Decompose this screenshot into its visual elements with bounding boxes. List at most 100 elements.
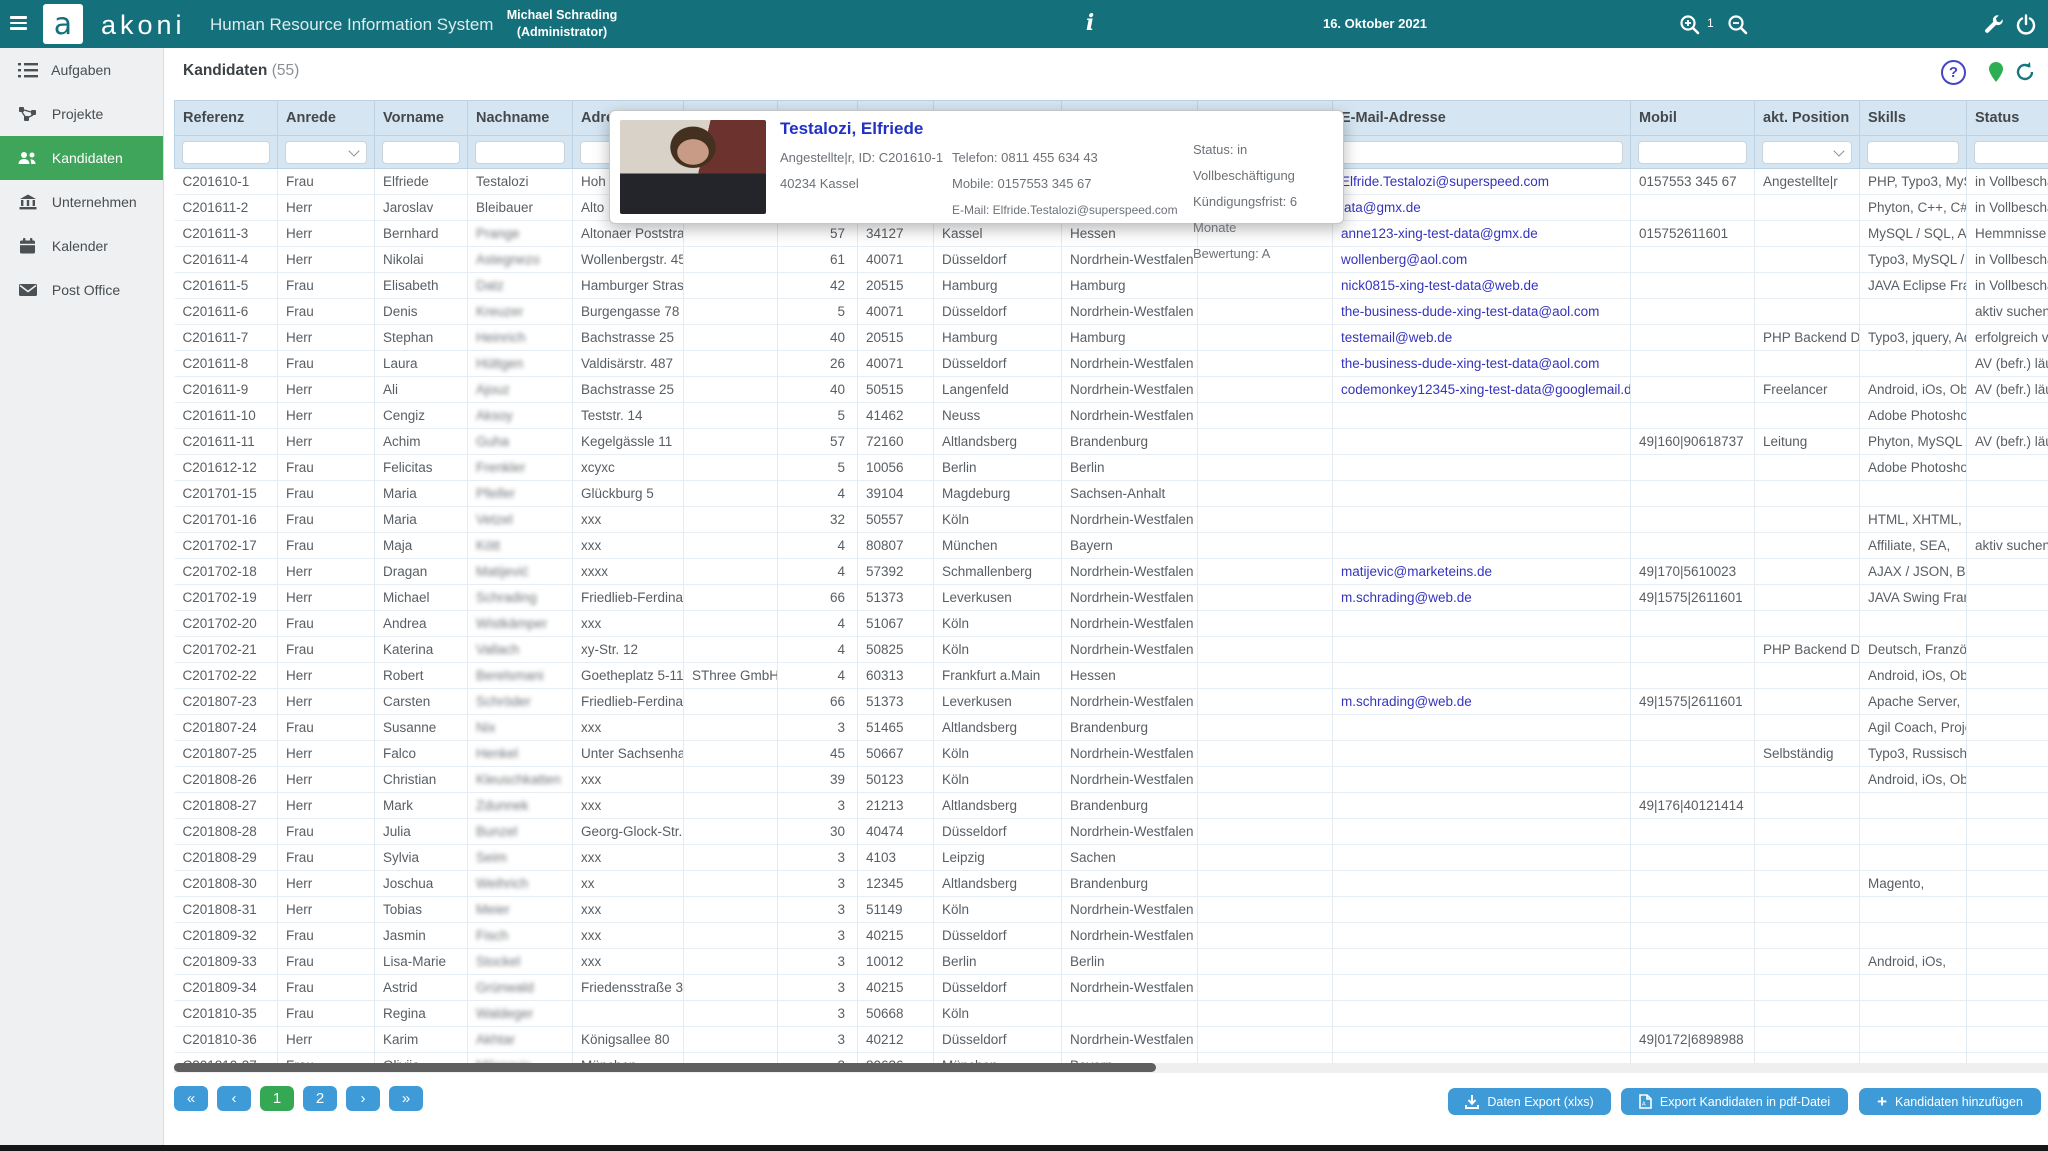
table-row[interactable]: C201809-33FrauLisa-MarieStockelxxx310012… — [175, 949, 2048, 975]
column-header-nachname[interactable]: Nachname — [468, 101, 573, 136]
table-row[interactable]: C201810-36HerrKarimAkhtarKönigsallee 803… — [175, 1027, 2048, 1053]
cell-status — [1967, 663, 2048, 689]
table-row[interactable]: C201809-34FrauAstridGrünwaldFriedensstra… — [175, 975, 2048, 1001]
table-row[interactable]: C201702-18HerrDraganMatijevićxxxx457392S… — [175, 559, 2048, 585]
filter-input-referenz[interactable] — [182, 141, 270, 164]
table-row[interactable]: C201611-4HerrNikolaiAstegnezoWollenbergs… — [175, 247, 2048, 273]
sidebar-item-aufgaben[interactable]: Aufgaben — [0, 48, 163, 92]
email-link[interactable]: lata@gmx.de — [1341, 200, 1421, 215]
sidebar-item-kandidaten[interactable]: Kandidaten — [0, 136, 163, 180]
table-row[interactable]: C201611-7HerrStephanHeinrichBachstrasse … — [175, 325, 2048, 351]
cell-stadt: Köln — [934, 1001, 1062, 1027]
column-header-status[interactable]: Status — [1967, 101, 2048, 136]
email-link[interactable]: m.schrading@web.de — [1341, 590, 1472, 605]
sidebar-item-unternehmen[interactable]: Unternehmen — [0, 180, 163, 224]
scrollbar-thumb[interactable] — [174, 1063, 1156, 1072]
filter-input-skills[interactable] — [1867, 141, 1959, 164]
cell-adresszusatz — [684, 273, 778, 299]
table-row[interactable]: C201808-29FrauSylviaSeimxxx34103LeipzigS… — [175, 845, 2048, 871]
cell-e-mail-adresse: matijevic@marketeins.de — [1333, 559, 1631, 585]
table-row[interactable]: C201702-21FrauKaterinaVallachxy-Str. 124… — [175, 637, 2048, 663]
filter-select-anrede[interactable] — [285, 141, 367, 164]
column-header-akt-position[interactable]: akt. Position — [1755, 101, 1860, 136]
cell-adresse: xxx — [573, 793, 684, 819]
table-row[interactable]: C201611-9HerrAliAjouzBachstrasse 2540505… — [175, 377, 2048, 403]
info-icon[interactable]: i — [1080, 10, 1100, 38]
export-xlsx-button[interactable]: Daten Export (xlxs) — [1448, 1088, 1611, 1115]
wrench-icon[interactable] — [1982, 13, 2006, 37]
table-row[interactable]: C201702-17FrauMajaKöttxxx480807MünchenBa… — [175, 533, 2048, 559]
cell-postleitzahl: 40212 — [858, 1027, 934, 1053]
refresh-icon[interactable] — [2014, 61, 2038, 85]
candidate-count: (55) — [272, 62, 300, 79]
current-user[interactable]: Michael Schrading (Administrator) — [492, 7, 632, 41]
table-row[interactable]: C201612-12FrauFelicitasFrenklerxcyxc5100… — [175, 455, 2048, 481]
table-row[interactable]: C201810-35FrauReginaWaldeger350668Köln — [175, 1001, 2048, 1027]
filter-input-nachname[interactable] — [475, 141, 565, 164]
table-row[interactable]: C201702-19HerrMichaelSchradingFriedlieb-… — [175, 585, 2048, 611]
table-row[interactable]: C201611-8FrauLauraHüttgenValdisärstr. 48… — [175, 351, 2048, 377]
export-pdf-button[interactable]: A Export Kandidaten in pdf-Datei — [1621, 1088, 1848, 1115]
sidebar-item-projekte[interactable]: Projekte — [0, 92, 163, 136]
table-row[interactable]: C201808-30HerrJoschuaWeihrichxx312345Alt… — [175, 871, 2048, 897]
column-header-referenz[interactable]: Referenz — [175, 101, 278, 136]
table-row[interactable]: C201807-23HerrCarstenSchröderFriedlieb-F… — [175, 689, 2048, 715]
table-row[interactable]: C201807-24FrauSusanneNixxxx351465Altland… — [175, 715, 2048, 741]
column-header-skills[interactable]: Skills — [1860, 101, 1967, 136]
table-row[interactable]: C201702-22HerrRobertBerelsmaniGoetheplat… — [175, 663, 2048, 689]
table-row[interactable]: C201808-31HerrTobiasMeierxxx351149KölnNo… — [175, 897, 2048, 923]
table-row[interactable]: C201809-32FrauJasminFischxxx340215Düssel… — [175, 923, 2048, 949]
table-row[interactable]: C201611-10HerrCengizAksoyTeststr. 145414… — [175, 403, 2048, 429]
table-row[interactable]: C201611-3HerrBernhardPrangeAltonaer Post… — [175, 221, 2048, 247]
add-candidate-button[interactable]: + Kandidaten hinzufügen — [1859, 1088, 2041, 1115]
sidebar-item-post-office[interactable]: Post Office — [0, 268, 163, 312]
cell-vorname: Julia — [375, 819, 468, 845]
table-row[interactable]: C201611-5FrauElisabethDatzHamburger Stra… — [175, 273, 2048, 299]
cell-akt-position — [1755, 923, 1860, 949]
table-row[interactable]: C201701-15FrauMariaPfeiferGlückburg 5439… — [175, 481, 2048, 507]
table-row[interactable]: C201808-26HerrChristianKleuschkattenxxx3… — [175, 767, 2048, 793]
email-link[interactable]: anne123-xing-test-data@gmx.de — [1341, 226, 1538, 241]
sidebar-item-kalender[interactable]: Kalender — [0, 224, 163, 268]
email-link[interactable]: nick0815-xing-test-data@web.de — [1341, 278, 1539, 293]
power-icon[interactable] — [2014, 13, 2038, 37]
redacted-surname: Fisch — [476, 928, 508, 943]
cell-vorname: Jasmin — [375, 923, 468, 949]
column-header-anrede[interactable]: Anrede — [278, 101, 375, 136]
column-header-e-mail-adresse[interactable]: E-Mail-Adresse — [1333, 101, 1631, 136]
cell-col: 5 — [778, 299, 858, 325]
cell-referenz: C201702-19 — [175, 585, 278, 611]
cell-adresszusatz — [684, 689, 778, 715]
filter-input-mobil[interactable] — [1638, 141, 1747, 164]
email-link[interactable]: testemail@web.de — [1341, 330, 1452, 345]
table-row[interactable]: C201611-11HerrAchimGuhaKegelgässle 11577… — [175, 429, 2048, 455]
table-row[interactable]: C201702-20FrauAndreaWistkämperxxx451067K… — [175, 611, 2048, 637]
column-header-mobil[interactable]: Mobil — [1631, 101, 1755, 136]
cell-postleitzahl: 51067 — [858, 611, 934, 637]
email-link[interactable]: the-business-dude-xing-test-data@aol.com — [1341, 304, 1599, 319]
cell-referenz: C201808-30 — [175, 871, 278, 897]
table-row[interactable]: C201808-27HerrMarkZdunnekxxx321213Altlan… — [175, 793, 2048, 819]
column-header-vorname[interactable]: Vorname — [375, 101, 468, 136]
filter-input-status[interactable] — [1974, 141, 2048, 164]
table-row[interactable]: C201808-28FrauJuliaBunzelGeorg-Glock-Str… — [175, 819, 2048, 845]
table-row[interactable]: C201701-16FrauMariaVetzelxxx3250557KölnN… — [175, 507, 2048, 533]
email-link[interactable]: the-business-dude-xing-test-data@aol.com — [1341, 356, 1599, 371]
email-link[interactable]: codemonkey12345-xing-test-data@googlemai… — [1341, 382, 1631, 397]
help-icon[interactable]: ? — [1941, 60, 1966, 85]
email-link[interactable]: wollenberg@aol.com — [1341, 252, 1467, 267]
email-link[interactable]: m.schrading@web.de — [1341, 694, 1472, 709]
horizontal-scrollbar[interactable] — [174, 1063, 2048, 1073]
filter-input-vorname[interactable] — [382, 141, 460, 164]
email-link[interactable]: Elfride.Testalozi@superspeed.com — [1341, 174, 1549, 189]
table-row[interactable]: C201807-25HerrFalcoHenkelUnter Sachsenha… — [175, 741, 2048, 767]
table-row[interactable]: C201611-6FrauDenisKreuzerBurgengasse 785… — [175, 299, 2048, 325]
filter-select-akt-position[interactable] — [1762, 141, 1852, 164]
filter-input-e-mail-adresse[interactable] — [1340, 141, 1623, 164]
email-link[interactable]: matijevic@marketeins.de — [1341, 564, 1492, 579]
menu-icon[interactable] — [10, 16, 30, 32]
map-pin-icon[interactable] — [1985, 60, 2009, 84]
zoom-in-icon[interactable] — [1678, 13, 1702, 37]
zoom-out-icon[interactable] — [1726, 13, 1750, 37]
tasks-icon — [18, 62, 38, 78]
